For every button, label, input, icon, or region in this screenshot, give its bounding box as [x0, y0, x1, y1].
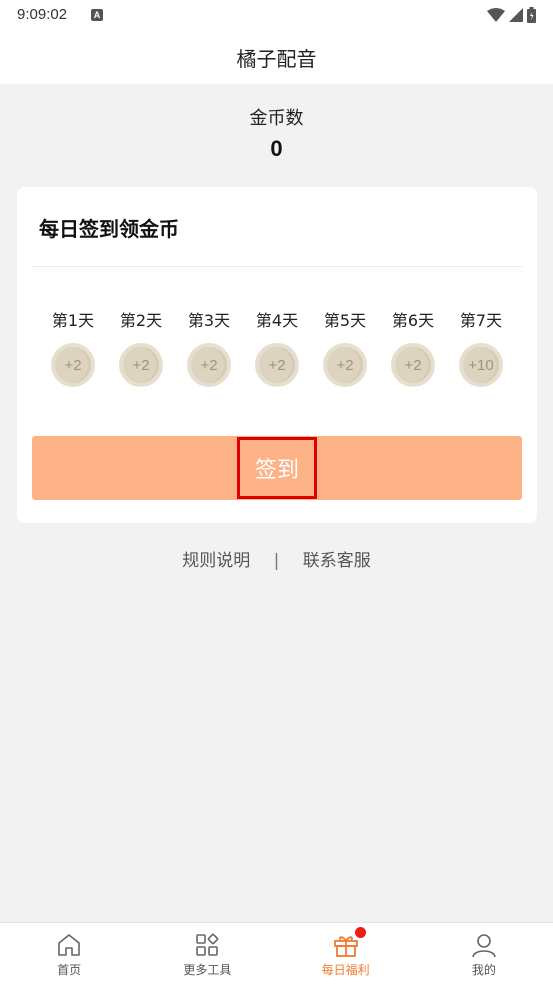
- card-divider: [32, 266, 522, 267]
- tab-home[interactable]: 首页: [0, 923, 138, 984]
- coin-icon: +2: [323, 343, 367, 387]
- checkin-day-2: 第2天 +2: [107, 307, 175, 387]
- day-reward: +2: [64, 356, 82, 374]
- tab-daily-welfare[interactable]: 每日福利: [277, 923, 415, 984]
- day-reward: +2: [336, 356, 354, 374]
- day-label: 第6天: [391, 311, 435, 330]
- apps-icon: [196, 933, 219, 956]
- bottom-tab-bar: 首页 更多工具 每日福利 我的: [0, 922, 553, 984]
- coin-icon: +2: [255, 343, 299, 387]
- day-reward: +2: [132, 356, 150, 374]
- day-label: 第3天: [187, 311, 231, 330]
- home-icon: [58, 934, 80, 956]
- coin-icon: +2: [51, 343, 95, 387]
- coin-icon: +2: [187, 343, 231, 387]
- checkin-day-6: 第6天 +2: [379, 307, 447, 387]
- checkin-day-4: 第4天 +2: [243, 307, 311, 387]
- system-icons: [487, 7, 536, 23]
- tab-label: 我的: [471, 963, 496, 977]
- tab-label: 首页: [57, 963, 82, 977]
- checkin-day-7: 第7天 +10: [447, 307, 515, 387]
- day-reward: +2: [268, 356, 286, 374]
- link-separator: |: [273, 551, 280, 571]
- footer-links: 规则说明 | 联系客服: [0, 546, 553, 571]
- checkin-days: 第1天 +2 第2天 +2 第3天 +2 第4天 +2 第5天 +2 第6天 +…: [17, 307, 537, 397]
- checkin-card-title: 每日签到领金币: [39, 217, 179, 241]
- notification-a-icon: A: [91, 9, 103, 21]
- battery-icon: [527, 7, 536, 23]
- checkin-day-1: 第1天 +2: [39, 307, 107, 387]
- wifi-icon: [487, 8, 505, 22]
- checkin-card: 每日签到领金币 第1天 +2 第2天 +2 第3天 +2 第4天 +2 第5天 …: [17, 187, 537, 523]
- checkin-day-3: 第3天 +2: [175, 307, 243, 387]
- day-reward: +10: [468, 356, 494, 374]
- coin-balance-label: 金币数: [249, 108, 304, 129]
- day-label: 第7天: [459, 311, 503, 330]
- notification-badge: [354, 927, 366, 938]
- day-reward: +2: [404, 356, 422, 374]
- tab-mine[interactable]: 我的: [415, 923, 553, 984]
- signin-button[interactable]: 签到: [32, 436, 522, 500]
- coin-balance-value: 0: [270, 136, 283, 161]
- day-reward: +2: [200, 356, 218, 374]
- signal-icon: [509, 8, 523, 22]
- tab-label: 每日福利: [321, 963, 370, 977]
- day-label: 第5天: [323, 311, 367, 330]
- app-header: 橘子配音: [0, 30, 553, 84]
- coin-icon: +2: [391, 343, 435, 387]
- coin-icon: +2: [119, 343, 163, 387]
- tab-more-tools[interactable]: 更多工具: [138, 923, 276, 984]
- day-label: 第4天: [255, 311, 299, 330]
- day-label: 第1天: [51, 311, 95, 330]
- rules-link[interactable]: 规则说明: [182, 551, 250, 571]
- status-bar: 9:09:02 A: [0, 0, 553, 30]
- checkin-day-5: 第5天 +2: [311, 307, 379, 387]
- coin-icon: +10: [459, 343, 503, 387]
- status-time: 9:09:02: [17, 6, 68, 23]
- tab-label: 更多工具: [183, 963, 232, 977]
- day-label: 第2天: [119, 311, 163, 330]
- user-icon: [472, 934, 496, 958]
- coin-balance: 金币数 0: [0, 104, 553, 162]
- contact-support-link[interactable]: 联系客服: [303, 551, 371, 571]
- signin-button-label[interactable]: 签到: [237, 437, 317, 499]
- page-title: 橘子配音: [236, 46, 317, 71]
